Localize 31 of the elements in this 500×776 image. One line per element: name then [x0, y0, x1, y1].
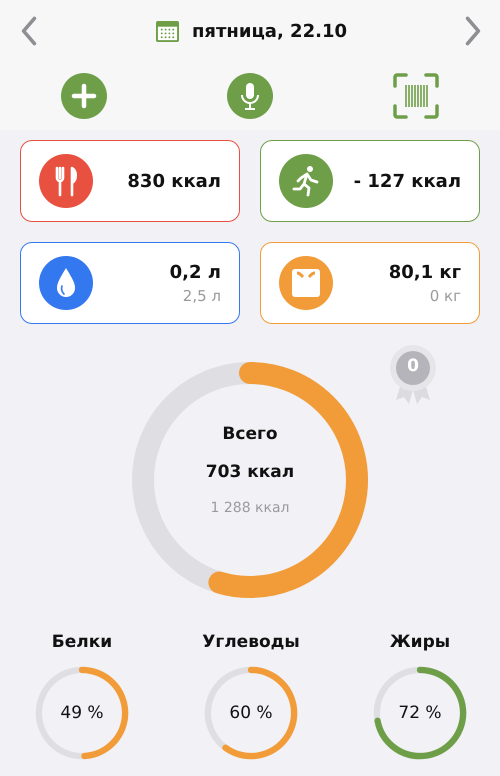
water-drop-icon — [39, 256, 93, 310]
macro-name: Углеводы — [202, 632, 300, 652]
date-label: пятница, 22.10 — [192, 20, 347, 42]
calorie-goal: 1 288 ккал — [210, 500, 290, 516]
microphone-button[interactable] — [226, 72, 274, 120]
stat-card[interactable]: 0,2 л 2,5 л — [20, 242, 240, 324]
add-button[interactable] — [60, 72, 108, 120]
card-goal: 0 кг — [430, 286, 461, 304]
card-value: 0,2 л — [170, 262, 221, 282]
card-value: 80,1 кг — [388, 262, 461, 282]
macro-name: Жиры — [390, 632, 450, 652]
macro-percent: 72 % — [398, 703, 442, 723]
stat-card[interactable]: 830 ккал — [20, 140, 240, 222]
macro-percent: 49 % — [60, 703, 104, 723]
macro-name: Белки — [52, 632, 112, 652]
badge-count: 0 — [406, 356, 420, 376]
card-value: 830 ккал — [127, 170, 221, 192]
fork-knife-icon — [39, 154, 93, 208]
stat-card[interactable]: - 127 ккал — [260, 140, 480, 222]
barcode-scan-button[interactable] — [392, 72, 440, 120]
card-goal: 2,5 л — [182, 286, 221, 304]
total-calories: 703 ккал — [206, 462, 294, 482]
total-title: Всего — [222, 424, 278, 444]
macro-percent: 60 % — [229, 703, 273, 723]
forward-icon[interactable] — [464, 15, 482, 47]
card-value: - 127 ккал — [354, 170, 461, 192]
stat-card[interactable]: 80,1 кг 0 кг — [260, 242, 480, 324]
running-person-icon — [279, 154, 333, 208]
calendar-icon — [154, 20, 180, 42]
scale-icon — [279, 256, 333, 310]
back-icon[interactable] — [20, 15, 38, 47]
